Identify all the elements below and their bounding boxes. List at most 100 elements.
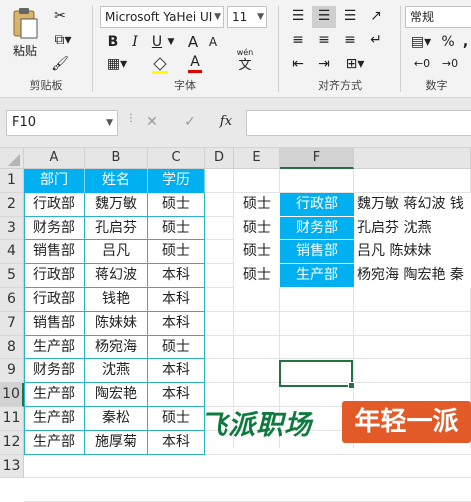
summary-dept-cell[interactable]: 生产部 bbox=[280, 264, 354, 288]
summary-degree-cell[interactable]: 硕士 bbox=[234, 264, 280, 288]
table-cell[interactable]: 生产部 bbox=[24, 335, 85, 360]
row-header-5[interactable]: 5 bbox=[0, 264, 24, 288]
row-header-13[interactable]: 13 bbox=[0, 454, 24, 479]
accounting-format-icon[interactable]: ▤▾ bbox=[407, 32, 435, 52]
insert-function-button[interactable]: fx bbox=[214, 112, 238, 132]
row-header-6[interactable]: 6 bbox=[0, 288, 24, 312]
table-cell[interactable]: 销售部 bbox=[24, 311, 85, 336]
column-header-b[interactable]: B bbox=[85, 148, 148, 169]
table-cell[interactable]: 孔启芬 bbox=[85, 216, 148, 241]
row-header-4[interactable]: 4 bbox=[0, 240, 24, 265]
wrap-text-icon[interactable]: ↵ bbox=[364, 30, 388, 52]
table-cell[interactable]: 销售部 bbox=[24, 240, 85, 265]
table-cell[interactable]: 本科 bbox=[148, 288, 205, 312]
table-cell[interactable]: 行政部 bbox=[24, 264, 85, 288]
cancel-button[interactable]: ✕ bbox=[140, 112, 164, 132]
align-right-icon[interactable]: ≡ bbox=[338, 30, 362, 52]
row-header-11[interactable]: 11 bbox=[0, 407, 24, 431]
table-cell[interactable]: 本科 bbox=[148, 359, 205, 384]
paste-button[interactable]: 粘贴 bbox=[8, 6, 42, 60]
formula-input[interactable] bbox=[246, 110, 471, 136]
table-cell[interactable]: 硕士 bbox=[148, 216, 205, 241]
column-header-g[interactable] bbox=[354, 148, 471, 169]
bottom-align-icon[interactable]: ☰ bbox=[338, 6, 362, 28]
row-header-9[interactable]: 9 bbox=[0, 359, 24, 384]
confirm-button[interactable]: ✓ bbox=[178, 112, 202, 132]
table-cell[interactable]: 行政部 bbox=[24, 192, 85, 217]
table-cell[interactable]: 魏万敏 bbox=[85, 192, 148, 217]
row-header-3[interactable]: 3 bbox=[0, 216, 24, 241]
table-cell[interactable]: 硕士 bbox=[148, 192, 205, 217]
table-cell[interactable]: 沈燕 bbox=[85, 359, 148, 384]
underline-button[interactable]: U bbox=[148, 32, 166, 52]
select-all-corner[interactable] bbox=[0, 148, 24, 169]
table-header-cell[interactable]: 姓名 bbox=[85, 169, 148, 193]
comma-style-button[interactable]: , bbox=[460, 32, 471, 52]
table-cell[interactable]: 吕凡 bbox=[85, 240, 148, 265]
summary-degree-cell[interactable]: 硕士 bbox=[234, 192, 280, 217]
row-header-1[interactable]: 1 bbox=[0, 169, 24, 193]
table-cell[interactable]: 钱艳 bbox=[85, 288, 148, 312]
table-cell[interactable]: 生产部 bbox=[24, 430, 85, 455]
chevron-down-icon[interactable]: ▼ bbox=[166, 32, 176, 52]
align-center-icon[interactable]: ≡ bbox=[312, 30, 336, 52]
number-format-select[interactable]: 常规 bbox=[405, 6, 471, 28]
summary-names-cell[interactable]: 魏万敏 蒋幻波 钱 bbox=[354, 192, 471, 217]
column-header-d[interactable]: D bbox=[205, 148, 234, 169]
summary-names-cell[interactable]: 吕凡 陈妹妹 bbox=[354, 240, 471, 265]
middle-align-icon[interactable]: ☰ bbox=[312, 6, 336, 28]
table-header-cell[interactable]: 学历 bbox=[148, 169, 205, 193]
drag-handle-icon[interactable]: ⋮ bbox=[126, 114, 136, 130]
bold-button[interactable]: B bbox=[104, 32, 122, 52]
font-size-select[interactable]: 11 ▼ bbox=[227, 6, 267, 28]
increase-decimal-icon[interactable]: ←0 bbox=[410, 54, 434, 74]
increase-indent-icon[interactable]: ⇥ bbox=[312, 54, 336, 76]
row-header-12[interactable]: 12 bbox=[0, 430, 24, 455]
summary-names-cell[interactable]: 孔启芬 沈燕 bbox=[354, 216, 471, 241]
orientation-icon[interactable]: ↗ bbox=[364, 6, 388, 28]
table-cell[interactable]: 财务部 bbox=[24, 359, 85, 384]
column-header-a[interactable]: A bbox=[24, 148, 85, 169]
italic-button[interactable]: I bbox=[126, 32, 144, 52]
row-header-2[interactable]: 2 bbox=[0, 192, 24, 217]
table-cell[interactable]: 本科 bbox=[148, 430, 205, 455]
summary-dept-cell[interactable]: 行政部 bbox=[280, 192, 354, 217]
top-align-icon[interactable]: ☰ bbox=[286, 6, 310, 28]
table-cell[interactable]: 本科 bbox=[148, 264, 205, 288]
decrease-decimal-icon[interactable]: →0 bbox=[438, 54, 462, 74]
summary-names-cell[interactable]: 杨宛海 陶宏艳 秦 bbox=[354, 264, 471, 288]
table-cell[interactable]: 陈妹妹 bbox=[85, 311, 148, 336]
table-cell[interactable]: 财务部 bbox=[24, 216, 85, 241]
name-box[interactable]: F10 ▼ bbox=[6, 110, 118, 136]
format-painter-icon[interactable]: 🖌 bbox=[50, 54, 70, 74]
fill-handle[interactable] bbox=[348, 382, 355, 389]
table-cell[interactable]: 秦松 bbox=[85, 407, 148, 431]
table-cell[interactable]: 陶宏艳 bbox=[85, 383, 148, 407]
table-cell[interactable]: 蒋幻波 bbox=[85, 264, 148, 288]
borders-icon[interactable]: ▦▾ bbox=[104, 54, 130, 74]
summary-dept-cell[interactable]: 销售部 bbox=[280, 240, 354, 265]
table-cell[interactable]: 硕士 bbox=[148, 240, 205, 265]
summary-degree-cell[interactable]: 硕士 bbox=[234, 240, 280, 265]
column-header-c[interactable]: C bbox=[148, 148, 205, 169]
table-cell[interactable]: 行政部 bbox=[24, 288, 85, 312]
selected-cell-outline[interactable] bbox=[279, 360, 355, 389]
table-cell[interactable]: 硕士 bbox=[148, 407, 205, 431]
table-cell[interactable]: 生产部 bbox=[24, 383, 85, 407]
merge-center-icon[interactable]: ⊞▾ bbox=[338, 54, 372, 76]
table-cell[interactable]: 杨宛海 bbox=[85, 335, 148, 360]
cut-icon[interactable]: ✂ bbox=[50, 6, 70, 26]
summary-dept-cell[interactable]: 财务部 bbox=[280, 216, 354, 241]
table-header-cell[interactable]: 部门 bbox=[24, 169, 85, 193]
row-header-7[interactable]: 7 bbox=[0, 311, 24, 336]
phonetic-guide-button[interactable]: wén 文 bbox=[232, 48, 258, 76]
table-cell[interactable]: 本科 bbox=[148, 311, 205, 336]
table-cell[interactable]: 生产部 bbox=[24, 407, 85, 431]
increase-font-size-button[interactable]: A bbox=[184, 32, 202, 52]
row-header-8[interactable]: 8 bbox=[0, 335, 24, 360]
font-color-button[interactable]: A bbox=[186, 52, 204, 73]
fill-color-button[interactable] bbox=[150, 55, 170, 75]
table-cell[interactable]: 本科 bbox=[148, 383, 205, 407]
summary-degree-cell[interactable]: 硕士 bbox=[234, 216, 280, 241]
copy-icon[interactable]: ⧉▾ bbox=[50, 30, 76, 50]
